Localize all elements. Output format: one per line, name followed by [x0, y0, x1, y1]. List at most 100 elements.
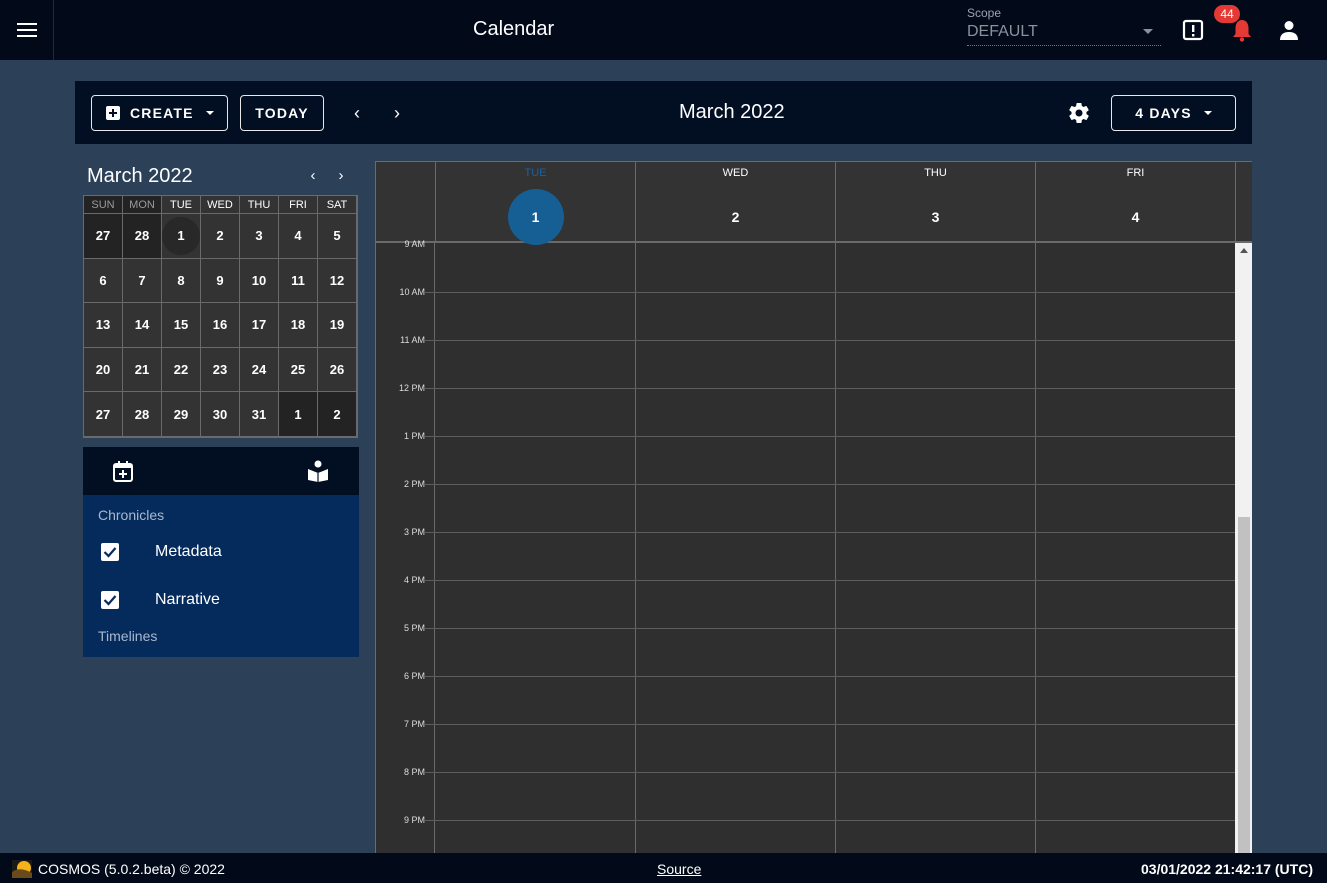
mini-calendar-day-number: 16	[212, 317, 228, 333]
user-button[interactable]	[1276, 17, 1302, 43]
day-header-fri[interactable]: FRI 4	[1035, 162, 1235, 241]
day-header-wed[interactable]: WED 2	[635, 162, 835, 241]
mini-calendar-day-number: 2	[333, 406, 341, 422]
day-number-button[interactable]: 1	[507, 189, 564, 245]
mini-calendar-day[interactable]: 4	[279, 214, 318, 259]
day-number-button[interactable]: 2	[708, 189, 764, 245]
previous-period-button[interactable]: ‹	[347, 103, 367, 123]
mini-calendar-day[interactable]: 8	[162, 258, 201, 304]
mini-calendar-day[interactable]: 16	[201, 303, 240, 348]
mini-calendar-day[interactable]: 3	[240, 214, 279, 259]
mini-calendar-day[interactable]: 19	[318, 303, 357, 348]
mini-calendar-day[interactable]: 26	[318, 347, 357, 393]
day-header-thu[interactable]: THU 3	[835, 162, 1035, 241]
mini-calendar-day[interactable]: 17	[240, 303, 279, 348]
mini-calendar-title: March 2022	[87, 165, 193, 187]
alerts-button[interactable]	[1180, 17, 1206, 43]
hour-gridline	[425, 772, 1235, 773]
mini-calendar-day[interactable]: 15	[162, 303, 201, 348]
mini-calendar-weekday: FRI	[279, 196, 318, 214]
view-type-button[interactable]: 4 DAYS	[1111, 95, 1236, 131]
day-number-button[interactable]: 4	[1108, 189, 1164, 245]
mini-calendar-day[interactable]: 31	[240, 392, 279, 437]
mini-calendar-day[interactable]: 7	[123, 258, 162, 304]
scroll-up-arrow-icon[interactable]	[1240, 248, 1248, 253]
view-type-label: 4 DAYS	[1135, 105, 1192, 121]
scope-select[interactable]: Scope DEFAULT	[967, 6, 1161, 46]
mini-calendar-day[interactable]: 2	[201, 214, 240, 259]
mini-calendar-day[interactable]: 5	[318, 214, 357, 259]
today-button[interactable]: TODAY	[240, 95, 324, 131]
mini-calendar-day-number: 29	[173, 406, 189, 422]
mini-calendar-day[interactable]: 24	[240, 347, 279, 393]
day-column-divider	[835, 243, 836, 853]
hour-gridline	[425, 532, 1235, 533]
hour-label: 3 PM	[403, 527, 425, 537]
mini-calendar-day-today[interactable]: 1	[162, 214, 201, 259]
mini-calendar-day-number: 21	[134, 362, 150, 378]
hour-label: 11 AM	[400, 335, 425, 345]
mini-calendar-day[interactable]: 28	[123, 392, 162, 437]
chevron-down-icon	[1203, 111, 1212, 115]
narrative-checkbox-row[interactable]: Narrative	[101, 588, 220, 612]
calendar-plus-icon[interactable]	[112, 460, 134, 482]
mini-calendar-day-number: 10	[251, 272, 267, 288]
week-scrollbar[interactable]	[1235, 243, 1252, 853]
mini-calendar-day[interactable]: 23	[201, 347, 240, 393]
mini-calendar-day-number: 26	[329, 362, 345, 378]
mini-calendar-day[interactable]: 13	[84, 303, 123, 348]
metadata-checkbox-row[interactable]: Metadata	[101, 540, 222, 564]
mini-calendar-day[interactable]: 12	[318, 258, 357, 304]
day-number-button[interactable]: 3	[908, 189, 964, 245]
next-period-button[interactable]: ›	[387, 103, 407, 123]
day-header-tue[interactable]: TUE 1	[435, 162, 635, 245]
mini-calendar-weekday: THU	[240, 196, 279, 214]
header-scroll-gutter	[1235, 162, 1252, 241]
mini-calendar-grid: SUN MON TUE WED THU FRI SAT 27 28 1 2 3 4 5 6 7 8 9 10 11 12…	[83, 195, 358, 438]
mini-calendar-day[interactable]: 11	[279, 258, 318, 304]
scroll-thumb[interactable]	[1238, 517, 1250, 853]
mini-calendar-day[interactable]: 9	[201, 258, 240, 304]
mini-calendar-day[interactable]: 27	[84, 392, 123, 437]
mini-calendar-day[interactable]: 27	[84, 214, 123, 259]
hour-label: 12 PM	[398, 383, 425, 393]
source-link[interactable]: Source	[657, 861, 701, 877]
mini-calendar-day[interactable]: 29	[162, 392, 201, 437]
mini-calendar-day-number: 27	[95, 228, 111, 244]
day-column-divider	[635, 243, 636, 853]
mini-calendar-day[interactable]: 21	[123, 347, 162, 393]
mini-calendar-day[interactable]: 10	[240, 258, 279, 304]
mini-calendar-day[interactable]: 18	[279, 303, 318, 348]
metadata-checkbox[interactable]	[101, 543, 119, 561]
mini-calendar-day[interactable]: 22	[162, 347, 201, 393]
settings-button[interactable]	[1067, 101, 1091, 125]
mini-calendar-day-number: 20	[95, 362, 111, 378]
mini-calendar-day[interactable]: 25	[279, 347, 318, 393]
mini-calendar-day-number: 6	[99, 272, 107, 288]
mini-calendar-day[interactable]: 30	[201, 392, 240, 437]
mini-calendar-day-number: 24	[251, 362, 267, 378]
mini-calendar-day[interactable]: 1	[279, 392, 318, 437]
footer: COSMOS (5.0.2.beta) © 2022 Source 03/01/…	[0, 853, 1327, 883]
hour-label: 1 PM	[403, 431, 425, 441]
mini-calendar-prev-button[interactable]: ‹	[304, 166, 322, 184]
week-body[interactable]: 9 AM 10 AM 11 AM 12 PM 1 PM 2 PM 3 PM 4 PM 5 PM 6…	[376, 239, 1252, 853]
mini-calendar-day[interactable]: 20	[84, 347, 123, 393]
hour-label: 9 PM	[403, 815, 425, 825]
mini-calendar-weekday: SUN	[84, 196, 123, 214]
mini-calendar-day[interactable]: 2	[318, 392, 357, 437]
mini-calendar-day[interactable]: 28	[123, 214, 162, 259]
narrative-checkbox[interactable]	[101, 591, 119, 609]
hour-label: 2 PM	[403, 479, 425, 489]
book-reader-icon[interactable]	[307, 460, 329, 482]
mini-calendar-day[interactable]: 14	[123, 303, 162, 348]
hour-gridline	[425, 292, 1235, 293]
create-button[interactable]: CREATE	[91, 95, 228, 131]
mini-calendar-next-button[interactable]: ›	[332, 166, 350, 184]
day-of-week-label: TUE	[524, 167, 547, 179]
mini-calendar-weekday: TUE	[162, 196, 201, 214]
narrative-label: Narrative	[155, 591, 220, 608]
menu-button[interactable]	[0, 0, 54, 60]
mini-calendar-day[interactable]: 6	[84, 258, 123, 304]
app-title: Calendar	[473, 18, 555, 40]
